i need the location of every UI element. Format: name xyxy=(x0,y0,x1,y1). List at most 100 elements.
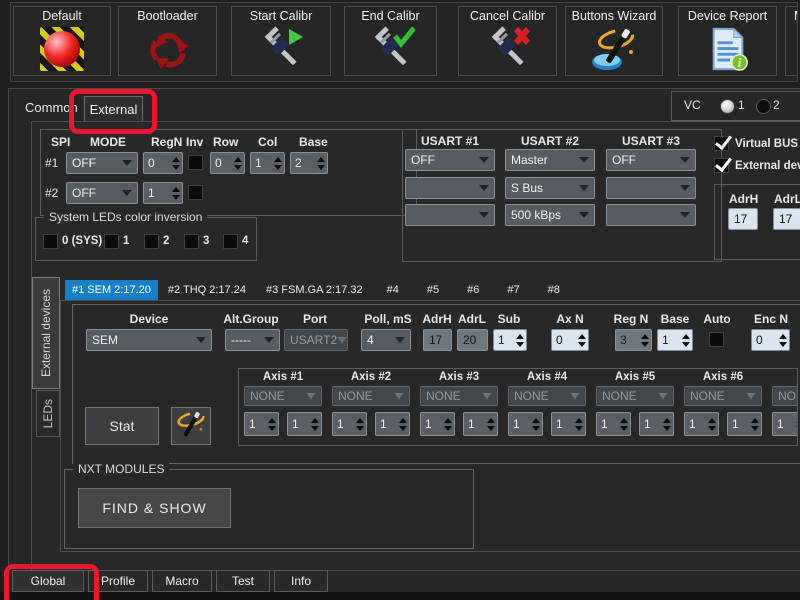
adrl-group-input[interactable]: 17 xyxy=(773,208,800,230)
axis2-spinner-a[interactable]: 1 xyxy=(332,412,367,436)
usart3-speed-dropdown[interactable] xyxy=(606,204,696,226)
axis1-spinner-b[interactable]: 1 xyxy=(287,412,322,436)
bottom-tab-macro[interactable]: Macro xyxy=(152,570,212,592)
axis6-dropdown[interactable]: NONE xyxy=(684,386,762,406)
device-dropdown[interactable]: SEM xyxy=(86,329,212,351)
led1-checkbox[interactable] xyxy=(104,234,119,249)
usart3-proto-dropdown[interactable] xyxy=(606,177,696,199)
toolbar: Default Bootloader xyxy=(10,2,798,82)
bottom-tab-test[interactable]: Test xyxy=(216,570,270,592)
usart1-mode-dropdown[interactable]: OFF xyxy=(405,149,495,171)
spi-panel: SPI MODE RegN Inv Row Col Base #1 OFF 0 … xyxy=(40,129,417,216)
led3-label: 3 xyxy=(203,235,209,247)
external-devices-checkbox[interactable] xyxy=(714,158,729,173)
adrh-group-input[interactable]: 17 xyxy=(728,208,758,230)
default-button[interactable]: Default xyxy=(13,6,111,76)
axis5-spinner-a[interactable]: 1 xyxy=(596,412,631,436)
adrl-input[interactable]: 20 xyxy=(457,329,488,351)
side-tab-leds-label: LEDs xyxy=(41,399,55,428)
axis1-spinner-a[interactable]: 1 xyxy=(244,412,279,436)
axis4-spinner-b[interactable]: 1 xyxy=(551,412,586,436)
device-tab-4[interactable]: #4 xyxy=(373,280,413,300)
poll-label: Poll, mS xyxy=(364,312,411,326)
svg-text:i: i xyxy=(737,56,741,70)
find-show-button[interactable]: FIND & SHOW xyxy=(78,488,231,528)
axis6-spinner-a[interactable]: 1 xyxy=(684,412,719,436)
vc-radio-2[interactable] xyxy=(756,99,771,114)
axis5-dropdown[interactable]: NONE xyxy=(596,386,674,406)
axis6-spinner-b[interactable]: 1 xyxy=(727,412,762,436)
spi-header-regn: RegN xyxy=(151,135,182,149)
axis2-dropdown[interactable]: NONE xyxy=(332,386,410,406)
device-report-button[interactable]: Device Report i xyxy=(678,6,777,76)
axis7-spinner-a[interactable]: 1 xyxy=(772,412,798,436)
led4-checkbox[interactable] xyxy=(223,234,238,249)
stat-button[interactable]: Stat xyxy=(85,407,159,445)
spi2-regn-spinner[interactable]: 1 xyxy=(143,182,183,204)
side-tab-external-devices[interactable]: External devices xyxy=(32,277,60,389)
vc-radio-1[interactable] xyxy=(720,99,735,114)
device-wizard-button[interactable] xyxy=(171,407,211,445)
device-tab-7[interactable]: #7 xyxy=(493,280,533,300)
device-tab-2[interactable]: #2 THQ 2:17.24 xyxy=(158,280,256,300)
usart3-header: USART #3 xyxy=(606,134,696,148)
axis3-spinner-b[interactable]: 1 xyxy=(463,412,498,436)
spi2-mode-dropdown[interactable]: OFF xyxy=(66,182,138,204)
axis7-dropdown[interactable]: NONE xyxy=(772,386,798,406)
usart2-mode-dropdown[interactable]: Master xyxy=(505,149,595,171)
usart3-mode-dropdown[interactable]: OFF xyxy=(606,149,696,171)
device-tab-1[interactable]: #1 SEM 2:17.20 xyxy=(65,280,158,300)
axis3-spinner-a[interactable]: 1 xyxy=(420,412,455,436)
device-tab-6[interactable]: #6 xyxy=(453,280,493,300)
axis4-spinner-a[interactable]: 1 xyxy=(508,412,543,436)
buttons-wizard-button[interactable]: Buttons Wizard xyxy=(565,6,663,76)
spi1-regn-spinner[interactable]: 0 xyxy=(143,152,183,174)
axis5-spinner-b[interactable]: 1 xyxy=(639,412,674,436)
adrh-input[interactable]: 17 xyxy=(423,329,452,351)
usart2-speed-dropdown[interactable]: 500 kBps xyxy=(505,204,595,226)
device-tab-3[interactable]: #3 FSM.GA 2:17.32 xyxy=(256,280,373,300)
virtual-bus-checkbox[interactable] xyxy=(714,136,729,151)
device-tabs: #1 SEM 2:17.20 #2 THQ 2:17.24 #3 FSM.GA … xyxy=(65,276,574,300)
axis4-dropdown[interactable]: NONE xyxy=(508,386,586,406)
start-calibr-button[interactable]: Start Calibr xyxy=(231,6,331,76)
end-calibr-button[interactable]: End Calibr xyxy=(344,6,437,76)
usart2-proto-dropdown[interactable]: S Bus xyxy=(505,177,595,199)
spi1-inv-checkbox[interactable] xyxy=(188,155,203,170)
enc-n-spinner[interactable]: 0 xyxy=(751,329,790,351)
ax-n-spinner[interactable]: 0 xyxy=(551,329,589,351)
led2-checkbox[interactable] xyxy=(144,234,159,249)
spi2-inv-checkbox[interactable] xyxy=(188,185,203,200)
sub-spinner[interactable]: 1 xyxy=(493,329,527,351)
usart1-proto-dropdown[interactable] xyxy=(405,177,495,199)
bootloader-button[interactable]: Bootloader xyxy=(118,6,217,76)
base-spinner[interactable]: 1 xyxy=(657,329,693,351)
device-tab-5[interactable]: #5 xyxy=(413,280,453,300)
led3-checkbox[interactable] xyxy=(184,234,199,249)
spi-row1-label: #1 xyxy=(45,156,58,170)
annotation-external-tab xyxy=(69,89,157,134)
device-tab-8[interactable]: #8 xyxy=(534,280,574,300)
spi1-base-spinner[interactable]: 2 xyxy=(290,152,328,174)
cancel-calibr-button[interactable]: Cancel Calibr xyxy=(458,6,557,76)
axis3-dropdown[interactable]: NONE xyxy=(420,386,498,406)
spi-header-mode: MODE xyxy=(90,135,126,149)
buttons-wizard-button-label: Buttons Wizard xyxy=(572,9,657,23)
spi1-mode-dropdown[interactable]: OFF xyxy=(66,152,138,174)
alt-group-dropdown[interactable]: ----- xyxy=(225,329,280,351)
led0-checkbox[interactable] xyxy=(43,234,58,249)
port-dropdown[interactable]: USART2 xyxy=(284,329,348,351)
poll-dropdown[interactable]: 4 xyxy=(361,329,411,351)
auto-checkbox[interactable] xyxy=(709,332,724,347)
reg-n-spinner[interactable]: 3 xyxy=(615,329,652,351)
partial-toolbar-button[interactable]: M xyxy=(785,6,798,76)
usart1-speed-dropdown[interactable] xyxy=(405,204,495,226)
spi1-row-spinner[interactable]: 0 xyxy=(210,152,245,174)
side-tab-leds[interactable]: LEDs xyxy=(36,390,60,437)
enc-n-label: Enc N xyxy=(754,312,788,326)
axis2-spinner-b[interactable]: 1 xyxy=(375,412,410,436)
ax-n-label: Ax N xyxy=(556,312,583,326)
bottom-tab-info[interactable]: Info xyxy=(274,570,328,592)
axis1-dropdown[interactable]: NONE xyxy=(244,386,322,406)
spi1-col-spinner[interactable]: 1 xyxy=(250,152,285,174)
